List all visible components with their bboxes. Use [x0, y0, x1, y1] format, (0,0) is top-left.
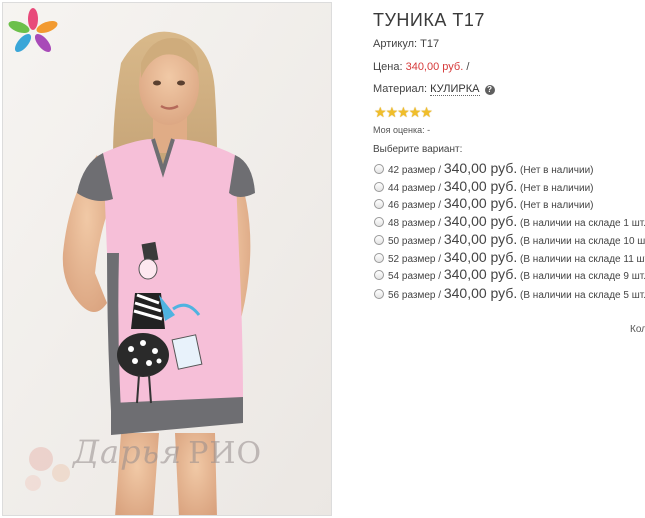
variant-option[interactable]: 56 размер / 340,00 руб. (В наличии на ск… — [373, 285, 645, 302]
radio-button[interactable] — [374, 253, 384, 263]
radio-button[interactable] — [374, 270, 384, 280]
choose-variant-label: Выберите вариант: — [373, 144, 463, 155]
radio-button[interactable] — [374, 235, 384, 245]
price-row: Цена: 340,00 руб. / — [373, 61, 469, 73]
price-label: Цена: — [373, 61, 403, 73]
quantity-label-cutoff: Кол — [630, 324, 645, 335]
radio-button[interactable] — [374, 164, 384, 174]
help-icon[interactable]: ? — [484, 85, 495, 95]
my-rating: Моя оценка: - — [373, 125, 431, 135]
product-title: ТУНИКА Т17 — [373, 10, 485, 30]
watermark: Дарья РИО — [73, 433, 263, 471]
variant-option[interactable]: 48 размер / 340,00 руб. (В наличии на ск… — [373, 213, 645, 230]
price-value: 340,00 руб. — [405, 61, 464, 73]
material-link[interactable]: КУЛИРКА — [430, 83, 480, 96]
radio-button[interactable] — [374, 199, 384, 209]
sku-label: Артикул: — [373, 38, 418, 50]
radio-button[interactable] — [374, 217, 384, 227]
rating-stars[interactable]: ★★★★★ — [374, 104, 433, 122]
radio-button[interactable] — [374, 289, 384, 299]
sku-row: Артикул: Т17 — [373, 38, 439, 50]
star-icon[interactable]: ★ — [420, 104, 433, 121]
variant-option[interactable]: 54 размер / 340,00 руб. (В наличии на ск… — [373, 266, 645, 283]
variant-option[interactable]: 52 размер / 340,00 руб. (В наличии на ск… — [373, 249, 645, 266]
product-photo[interactable]: Дарья РИО — [2, 2, 332, 516]
variant-option[interactable]: 50 размер / 340,00 руб. (В наличии на ск… — [373, 231, 645, 248]
variant-option[interactable]: 44 размер / 340,00 руб. (Нет в наличии) — [373, 178, 593, 195]
logo-icon — [7, 7, 59, 57]
variant-option[interactable]: 42 размер / 340,00 руб. (Нет в наличии) — [373, 160, 593, 177]
material-label: Материал: — [373, 83, 428, 95]
material-row: Материал: КУЛИРКА ? — [373, 83, 495, 96]
sku-value: Т17 — [420, 38, 440, 50]
radio-button[interactable] — [374, 181, 384, 192]
price-separator: / — [466, 61, 470, 73]
variant-option[interactable]: 46 размер / 340,00 руб. (Нет в наличии) — [373, 195, 593, 212]
